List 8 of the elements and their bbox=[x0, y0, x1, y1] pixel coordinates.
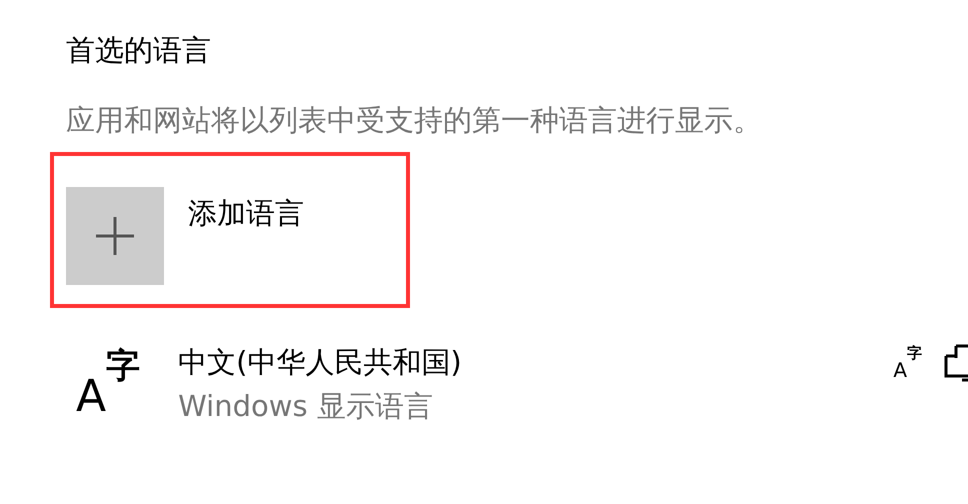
display-icon bbox=[944, 344, 968, 384]
section-description: 应用和网站将以列表中受支持的第一种语言进行显示。 bbox=[66, 102, 763, 139]
language-subtitle: Windows 显示语言 bbox=[178, 388, 434, 425]
add-language-button[interactable]: 添加语言 bbox=[66, 187, 304, 304]
plus-icon bbox=[95, 216, 135, 256]
language-name[interactable]: 中文(中华人民共和国) bbox=[178, 340, 462, 384]
language-pack-icon: A 字 bbox=[893, 344, 922, 384]
section-title: 首选的语言 bbox=[66, 32, 212, 69]
